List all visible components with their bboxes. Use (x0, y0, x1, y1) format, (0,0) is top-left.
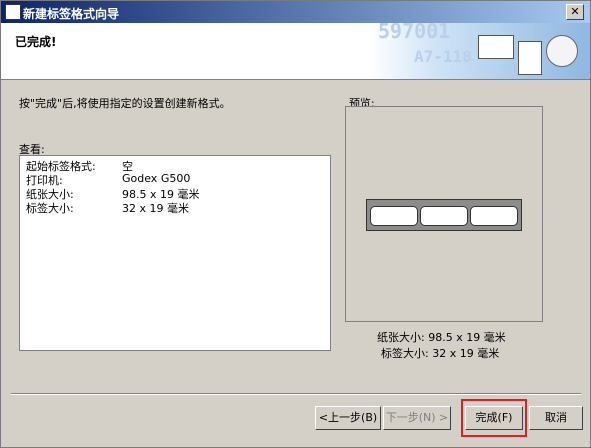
header-banner: 597001 A7-118 (370, 23, 590, 79)
instruction-text: 按"完成"后,将使用指定的设置创建新格式。 (19, 97, 231, 110)
app-icon (5, 4, 21, 20)
back-button[interactable]: <上一步(B) (315, 406, 381, 430)
preview-panel (345, 106, 543, 322)
label-size-info: 标签大小: 32 x 19 毫米 (381, 347, 500, 360)
disc-icon (546, 35, 578, 67)
window-title: 新建标签格式向导 (23, 7, 120, 21)
barcode-card-icon (478, 35, 514, 59)
banner-number: A7-118 (414, 47, 472, 66)
paper-size-info: 纸张大小: 98.5 x 19 毫米 (377, 331, 506, 344)
wizard-window: 新建标签格式向导 ✕ 已完成! 597001 A7-118 按"完成"后,将使用… (0, 0, 591, 448)
label-preview (370, 206, 418, 226)
title-bar[interactable]: 新建标签格式向导 ✕ (1, 1, 590, 23)
label-preview (470, 206, 518, 226)
summary-key: 标签大小: (26, 202, 74, 215)
close-button[interactable]: ✕ (566, 4, 584, 20)
cancel-button[interactable]: 取消 (529, 406, 583, 430)
label-card-icon (518, 41, 542, 75)
finish-highlight-box (461, 399, 527, 437)
summary-value: 32 x 19 毫米 (122, 202, 189, 215)
summary-value: Godex G500 (122, 172, 191, 185)
page-title: 已完成! (15, 35, 57, 49)
label-strip-preview (366, 199, 522, 231)
label-preview (420, 206, 468, 226)
wizard-header: 已完成! 597001 A7-118 (1, 23, 590, 80)
divider (11, 393, 581, 395)
banner-number: 597001 (378, 23, 451, 43)
next-button[interactable]: 下一步(N) > (383, 406, 451, 430)
summary-list[interactable]: 起始标签格式: 空 打印机: Godex G500 纸张大小: 98.5 x 1… (19, 155, 331, 351)
